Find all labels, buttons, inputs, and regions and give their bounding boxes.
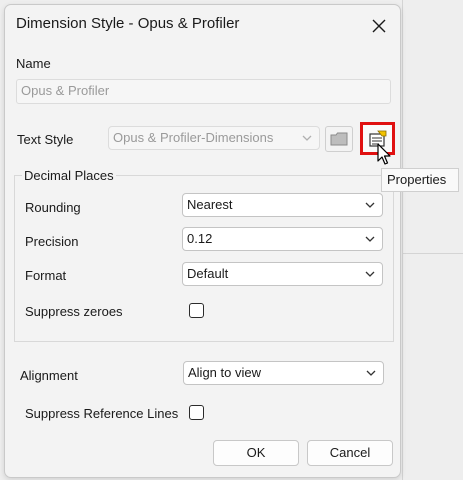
alignment-select[interactable]: Align to view [183,361,384,385]
chevron-down-icon [302,135,312,141]
close-icon [372,19,386,33]
rounding-value: Nearest [187,197,233,212]
name-field[interactable]: Opus & Profiler [16,79,391,104]
chevron-down-icon [365,202,375,208]
group-border-top-left [14,175,22,176]
close-button[interactable] [359,9,399,43]
rounding-select[interactable]: Nearest [182,193,383,217]
text-style-value: Opus & Profiler-Dimensions [113,130,274,145]
suppress-reference-lines-checkbox[interactable] [189,405,204,420]
group-border-left [14,175,15,341]
cancel-button[interactable]: Cancel [307,440,393,466]
suppress-zeroes-label: Suppress zeroes [25,304,123,319]
format-label: Format [25,268,67,283]
format-select[interactable]: Default [182,262,383,286]
rounding-label: Rounding [25,200,81,215]
properties-tooltip: Properties [381,168,459,192]
text-style-select[interactable]: Opus & Profiler-Dimensions [108,126,320,150]
name-label: Name [16,56,51,71]
group-border-right [393,175,394,341]
alignment-label: Alignment [20,368,78,383]
text-style-browse-button[interactable] [325,126,353,152]
precision-select[interactable]: 0.12 [182,227,383,251]
chevron-down-icon [365,271,375,277]
folder-icon [330,132,348,146]
precision-label: Precision [25,234,79,249]
group-border-bottom [14,341,394,342]
format-value: Default [187,266,229,281]
alignment-value: Align to view [188,365,261,380]
mouse-pointer-icon [377,143,391,165]
background-divider-vertical [402,0,403,480]
ok-button[interactable]: OK [213,440,299,466]
suppress-reference-lines-label: Suppress Reference Lines [25,406,179,421]
background-divider-horizontal [403,253,463,254]
chevron-down-icon [365,236,375,242]
dimension-style-dialog: Dimension Style - Opus & Profiler Name O… [4,4,401,478]
text-style-label: Text Style [17,132,74,147]
decimal-places-legend: Decimal Places [24,168,114,183]
group-border-top [116,175,393,176]
chevron-down-icon [366,370,376,376]
suppress-zeroes-checkbox[interactable] [189,303,204,318]
dialog-title: Dimension Style - Opus & Profiler [16,15,240,32]
precision-value: 0.12 [187,231,213,246]
